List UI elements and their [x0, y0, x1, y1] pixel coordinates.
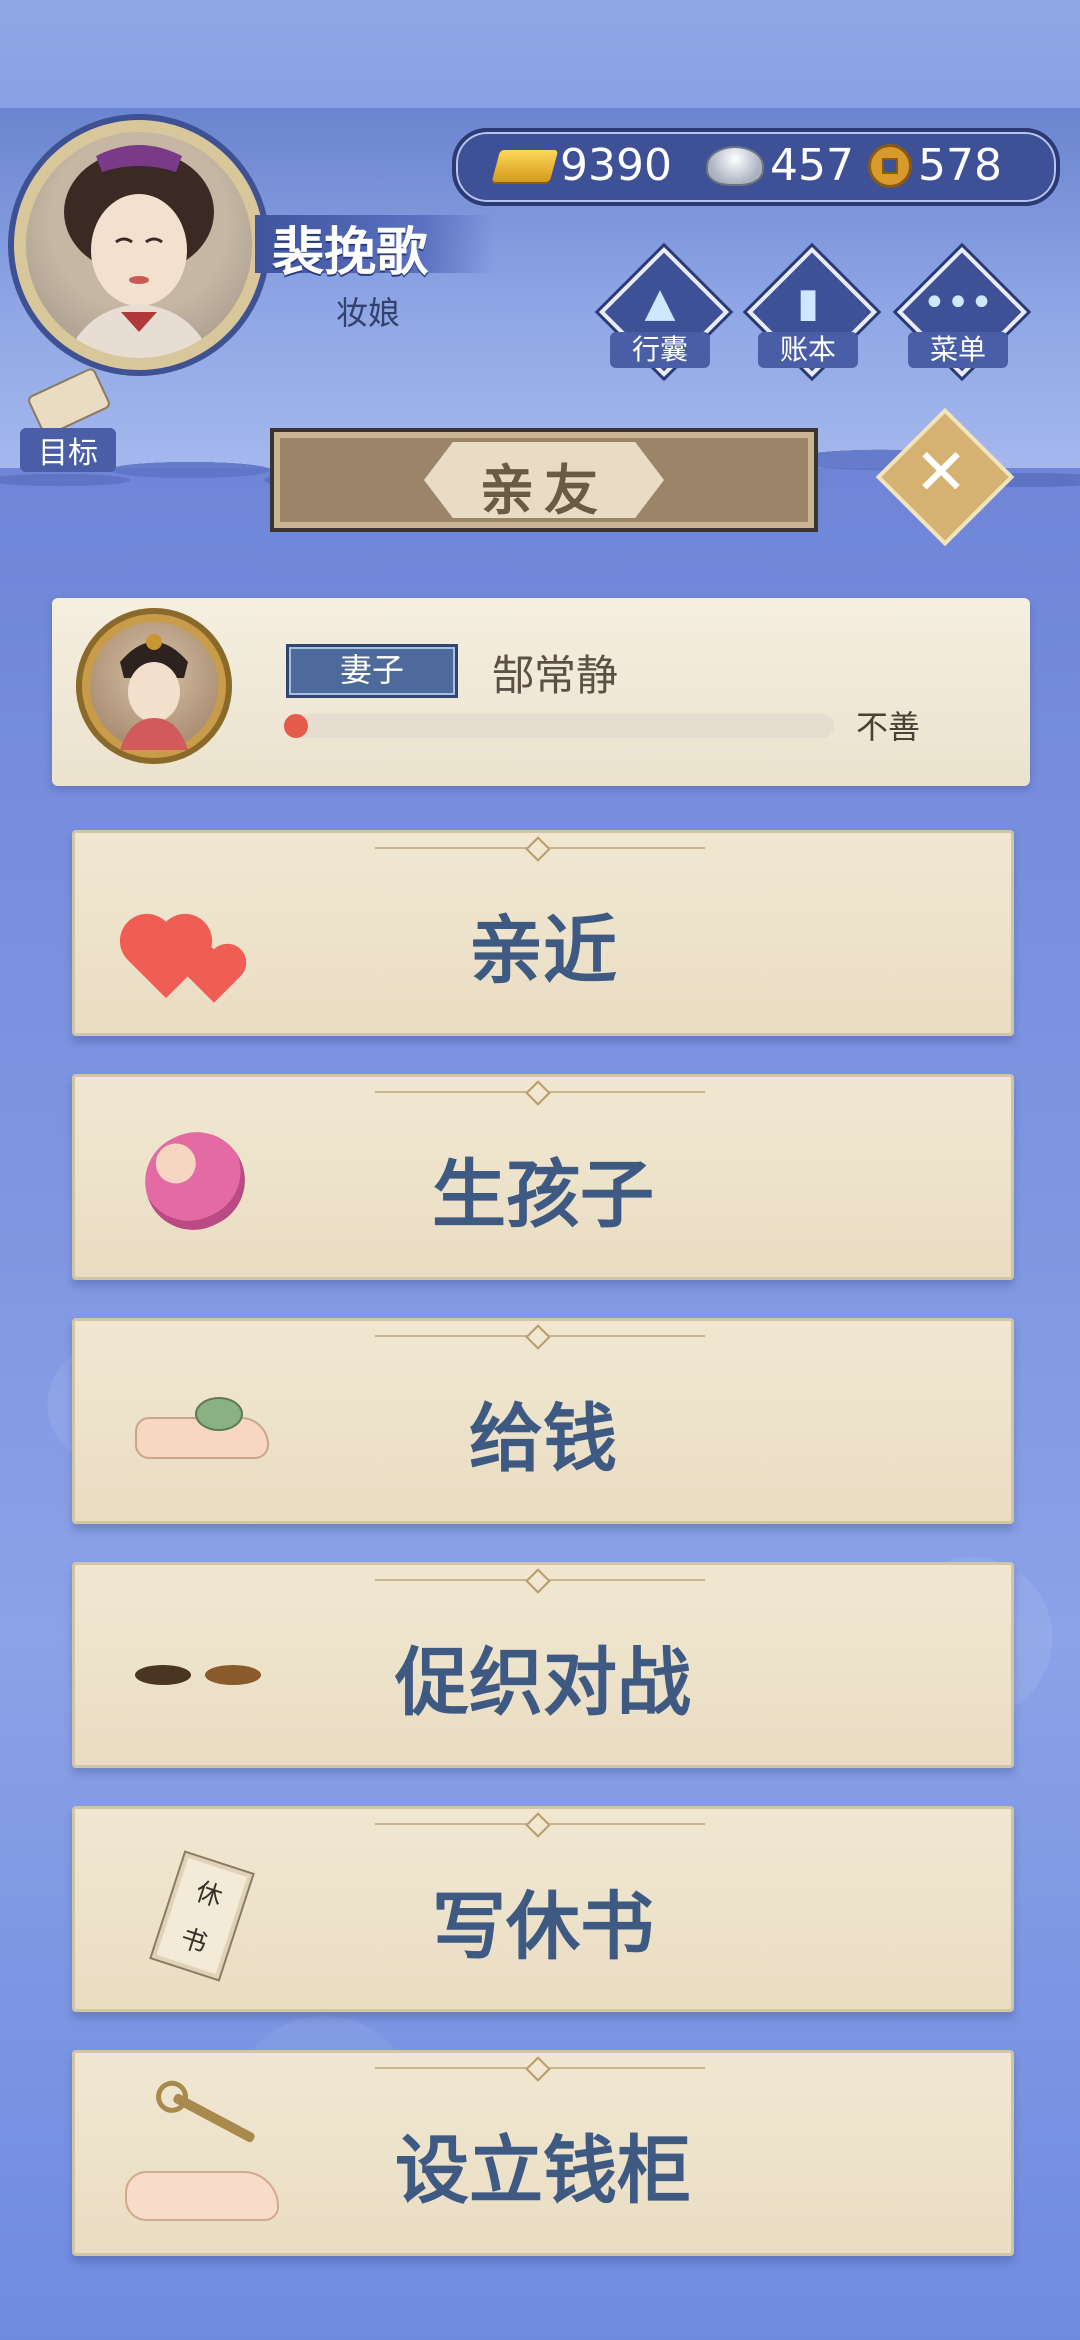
- ornament: [375, 1579, 705, 1581]
- action-button-have-child[interactable]: 生孩子: [72, 1074, 1014, 1280]
- player-portrait: [26, 132, 252, 358]
- relation-bar-fill: [284, 714, 308, 738]
- silver-amount: 457: [770, 140, 854, 191]
- gold-ingot-icon: [491, 149, 559, 182]
- ledger-button[interactable]: ▮ 账本: [746, 246, 878, 378]
- player-avatar[interactable]: [14, 120, 264, 370]
- menu-button[interactable]: ••• 菜单: [896, 246, 1028, 378]
- ornament: [375, 1335, 705, 1337]
- action-button-write-divorce[interactable]: 休 书 写休书: [72, 1806, 1014, 2012]
- ledger-icon: ▮: [796, 280, 819, 326]
- spouse-avatar: [76, 608, 232, 764]
- player-title: 妆娘: [336, 294, 401, 332]
- silver-currency: 457: [706, 140, 854, 191]
- player-name: 裴挽歌: [272, 223, 429, 283]
- coin-icon: [868, 143, 912, 188]
- copper-amount: 578: [918, 140, 1002, 191]
- action-label: 给钱: [469, 1396, 617, 1482]
- title-plaque: 亲友: [270, 428, 818, 532]
- ornament: [375, 847, 705, 849]
- relation-label: 不善: [856, 708, 921, 746]
- action-label: 促织对战: [395, 1640, 691, 1726]
- spouse-name: 郜常静: [492, 651, 619, 700]
- ornament: [375, 2067, 705, 2069]
- bag-button[interactable]: ▲ 行囊: [598, 246, 730, 378]
- more-dots-icon: •••: [922, 280, 994, 326]
- action-button-cricket-battle[interactable]: 促织对战: [72, 1562, 1014, 1768]
- spouse-card[interactable]: 妻子 郜常静 不善: [52, 598, 1030, 786]
- silver-ingot-icon: [706, 145, 764, 186]
- action-label: 写休书: [432, 1884, 654, 1970]
- bag-icon: ▲: [644, 280, 676, 326]
- gold-currency: 9390: [491, 140, 672, 191]
- currency-bar: 9390 457 578: [452, 128, 1060, 206]
- spouse-role-tag: 妻子: [286, 644, 458, 698]
- action-label: 生孩子: [432, 1152, 654, 1238]
- gold-amount: 9390: [560, 140, 672, 191]
- action-label: 设立钱柜: [395, 2128, 691, 2214]
- action-label: 亲近: [469, 908, 617, 994]
- action-button-give-money[interactable]: 给钱: [72, 1318, 1014, 1524]
- scroll-icon: [26, 366, 112, 438]
- ornament: [375, 1091, 705, 1093]
- goal-button[interactable]: 目标: [14, 366, 116, 472]
- action-button-intimacy[interactable]: 亲近: [72, 830, 1014, 1036]
- action-button-set-cashbox[interactable]: 设立钱柜: [72, 2050, 1014, 2256]
- copper-currency: 578: [868, 140, 1002, 191]
- close-icon: ✕: [914, 436, 968, 510]
- page-title: 亲友: [480, 459, 608, 522]
- ornament: [375, 1823, 705, 1825]
- relation-bar: [284, 714, 834, 738]
